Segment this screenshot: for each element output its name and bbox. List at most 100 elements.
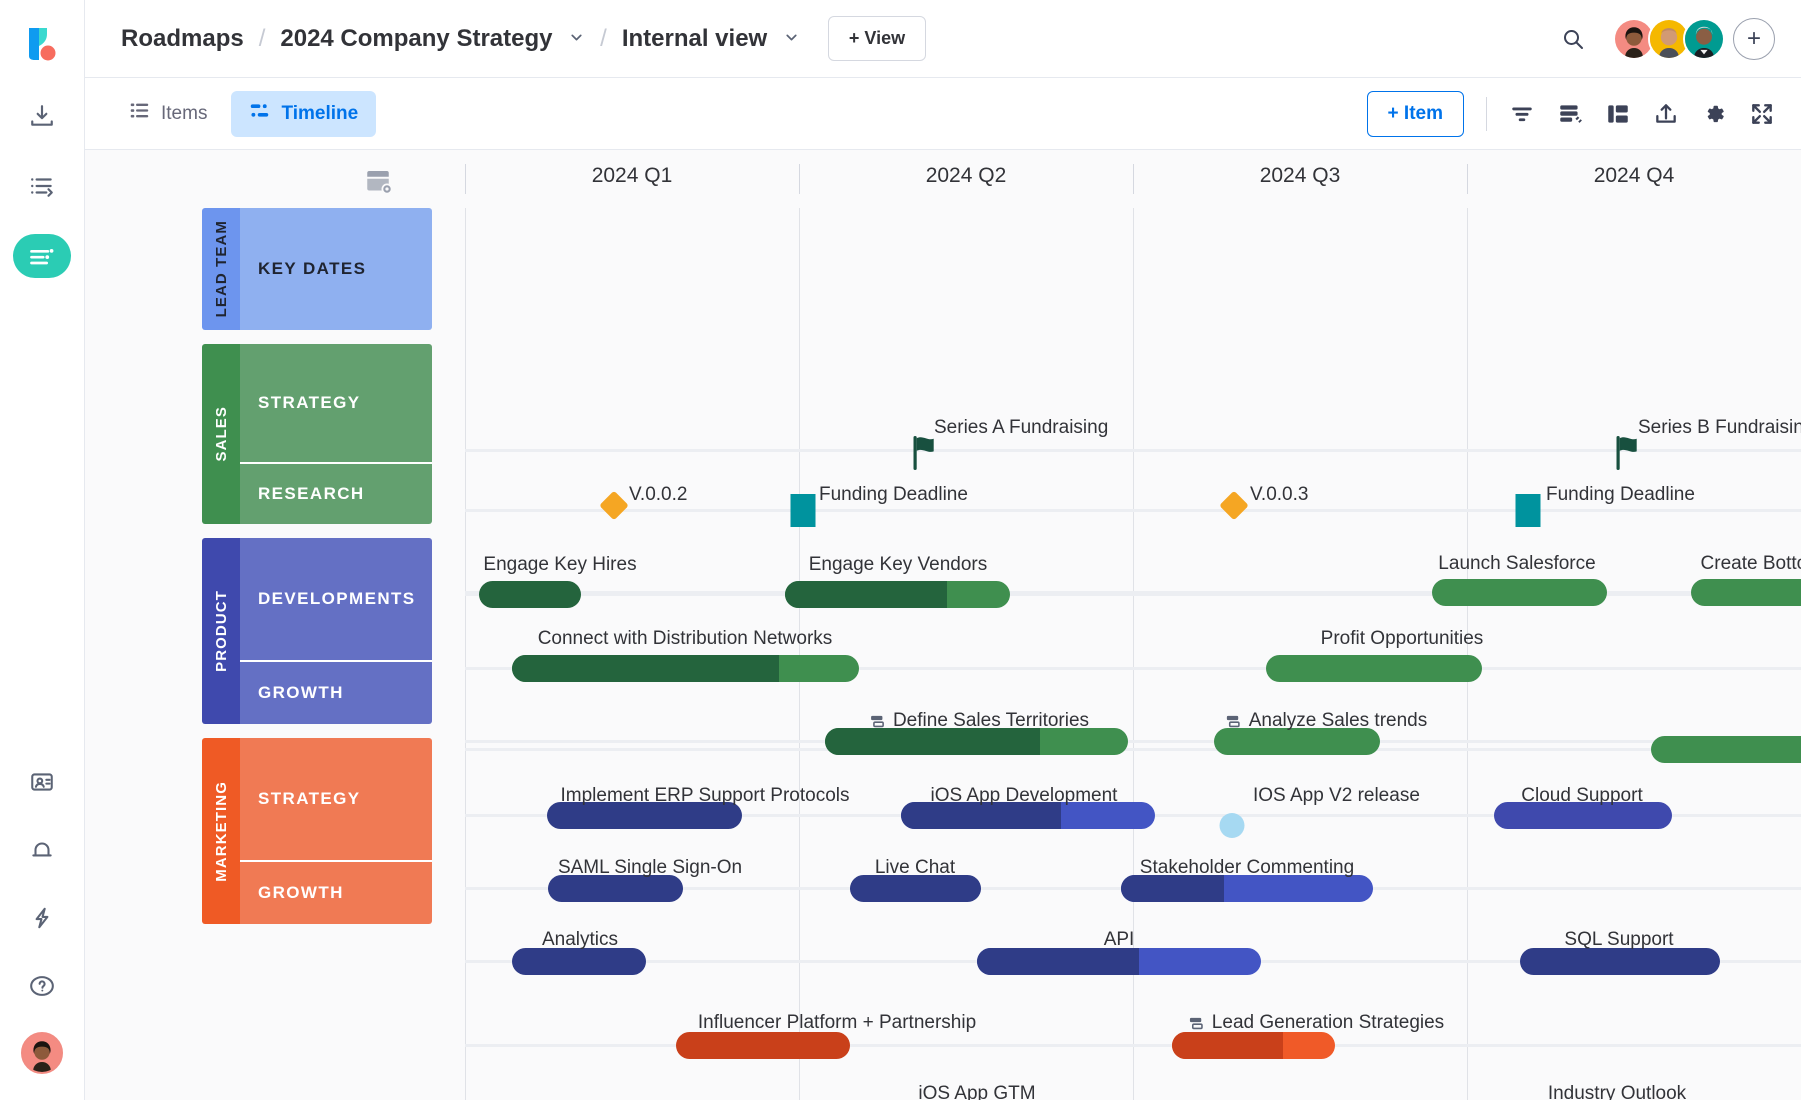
timeline-bar[interactable]: [512, 948, 646, 975]
toolbar-right: + Item: [1367, 91, 1775, 137]
quarter-label-3[interactable]: 2024 Q3: [1133, 164, 1467, 188]
grid-rowline: [465, 449, 1801, 452]
milestone-label: Series A Fundraising: [934, 417, 1108, 439]
timeline-bar-progress: [548, 875, 683, 902]
group-rows: STRATEGYRESEARCH: [240, 344, 432, 524]
timeline-bar[interactable]: [676, 1032, 850, 1059]
timeline-bar-progress: [479, 581, 581, 608]
timeline-bar-label: Analyze Sales trends: [1225, 710, 1428, 732]
chevron-down-icon-2[interactable]: [783, 29, 800, 46]
split-view-icon[interactable]: [1605, 101, 1631, 127]
group-spine-label: PRODUCT: [202, 538, 240, 724]
timeline-bar[interactable]: [479, 581, 581, 608]
subitems-icon: [869, 713, 886, 730]
timeline-bar[interactable]: [785, 581, 1010, 608]
milestone-square-icon[interactable]: [1516, 494, 1541, 527]
group-row-key dates[interactable]: KEY DATES: [240, 208, 432, 330]
timeline-bar-progress: [1172, 1032, 1283, 1059]
group-card-product[interactable]: PRODUCT DEVELOPMENTSGROWTH: [202, 538, 432, 724]
timeline-bar[interactable]: [825, 728, 1128, 755]
milestone-flag-icon[interactable]: [1614, 435, 1644, 476]
quarter-label-4[interactable]: 2024 Q4: [1467, 164, 1801, 188]
timeline-bar[interactable]: [1691, 579, 1801, 606]
timeline-bar-label: iOS App GTM: [918, 1083, 1035, 1100]
chevron-down-icon[interactable]: [568, 29, 585, 46]
timeline-bar[interactable]: [512, 655, 859, 682]
group-rows: STRATEGYGROWTH: [240, 738, 432, 924]
milestone-label: Funding Deadline: [1546, 484, 1695, 506]
breadcrumb-item-view[interactable]: Internal view: [616, 22, 806, 56]
breadcrumb-board-label: 2024 Company Strategy: [280, 25, 552, 52]
top-bar-right: +: [1551, 17, 1775, 61]
quarter-label-2[interactable]: 2024 Q2: [799, 164, 1133, 188]
contacts-icon[interactable]: [13, 760, 71, 804]
my-work-list-icon[interactable]: [13, 164, 71, 208]
timeline-bar-progress: [850, 875, 981, 902]
rail-bottom-group: [13, 760, 71, 1100]
bar-label-text: Lead Generation Strategies: [1212, 1012, 1444, 1034]
group-name-text: LEAD TEAM: [213, 220, 230, 317]
notifications-bell-icon[interactable]: [13, 828, 71, 872]
bar-label-text: iOS App Development: [931, 785, 1118, 807]
left-rail: [0, 0, 85, 1100]
timeline-bar[interactable]: [1651, 736, 1801, 763]
app-logo-icon[interactable]: [25, 26, 59, 64]
boards-icon[interactable]: [13, 234, 71, 278]
bar-label-text: Engage Key Vendors: [809, 554, 988, 576]
timeline-bar-progress: [512, 655, 779, 682]
group-row-growth[interactable]: GROWTH: [240, 660, 432, 724]
inbox-download-icon[interactable]: [13, 94, 71, 138]
group-rows: DEVELOPMENTSGROWTH: [240, 538, 432, 724]
group-card-marketing[interactable]: MARKETING STRATEGYGROWTH: [202, 738, 432, 924]
group-card-sales[interactable]: SALESSTRATEGYRESEARCH: [202, 344, 432, 524]
timeline-bar-progress: [825, 728, 1040, 755]
add-member-button[interactable]: +: [1733, 18, 1775, 60]
automations-bolt-icon[interactable]: [13, 896, 71, 940]
grid-vline: [799, 208, 800, 1100]
timeline-bar[interactable]: [977, 948, 1261, 975]
group-row-developments[interactable]: DEVELOPMENTS: [240, 538, 432, 660]
timeline-bar[interactable]: [1432, 579, 1607, 606]
bar-label-text: SAML Single Sign-On: [558, 857, 742, 879]
group-name-text: MARKETING: [213, 781, 230, 882]
tab-items[interactable]: Items: [111, 91, 225, 137]
filter-icon[interactable]: [1509, 101, 1535, 127]
group-by-icon[interactable]: [1557, 101, 1583, 127]
calendar-settings-icon[interactable]: [363, 166, 415, 201]
group-spine-label: SALES: [202, 344, 240, 524]
fullscreen-expand-icon[interactable]: [1749, 101, 1775, 127]
timeline-bar[interactable]: [1121, 875, 1373, 902]
milestone-flag-icon[interactable]: [911, 435, 941, 476]
user-avatar[interactable]: [21, 1032, 63, 1074]
milestone-square-icon[interactable]: [791, 494, 816, 527]
breadcrumb-view-label: Internal view: [622, 25, 767, 52]
group-row-strategy[interactable]: STRATEGY: [240, 344, 432, 462]
export-upload-icon[interactable]: [1653, 101, 1679, 127]
timeline-bar-label: Connect with Distribution Networks: [538, 628, 833, 650]
timeline-bar[interactable]: [1214, 728, 1380, 755]
search-icon[interactable]: [1551, 17, 1595, 61]
timeline-bar[interactable]: [850, 875, 981, 902]
view-tabs: Items Timeline: [111, 91, 376, 137]
breadcrumb-item-roadmaps[interactable]: Roadmaps: [115, 22, 250, 56]
breadcrumb-item-board[interactable]: 2024 Company Strategy: [274, 22, 591, 56]
settings-gear-icon[interactable]: [1701, 101, 1727, 127]
milestone-circle-icon[interactable]: [1220, 813, 1245, 838]
member-avatar-3[interactable]: [1683, 18, 1725, 60]
timeline-bar-label: Influencer Platform + Partnership: [698, 1012, 976, 1034]
group-card-lead-team[interactable]: LEAD TEAM KEY DATES: [202, 208, 432, 330]
group-name-text: PRODUCT: [213, 590, 230, 672]
group-row-growth[interactable]: GROWTH: [240, 860, 432, 924]
tab-timeline[interactable]: Timeline: [231, 91, 376, 137]
bar-label-text: Stakeholder Commenting: [1140, 857, 1354, 879]
timeline-bar[interactable]: [548, 875, 683, 902]
timeline-bar[interactable]: [1172, 1032, 1335, 1059]
timeline-bar[interactable]: [1266, 655, 1482, 682]
new-item-button[interactable]: + Item: [1367, 91, 1464, 137]
help-question-icon[interactable]: [13, 964, 71, 1008]
quarter-label-1[interactable]: 2024 Q1: [465, 164, 799, 188]
group-row-strategy[interactable]: STRATEGY: [240, 738, 432, 860]
timeline-bar[interactable]: [1520, 948, 1720, 975]
group-row-research[interactable]: RESEARCH: [240, 462, 432, 524]
add-view-button[interactable]: + View: [828, 16, 926, 61]
